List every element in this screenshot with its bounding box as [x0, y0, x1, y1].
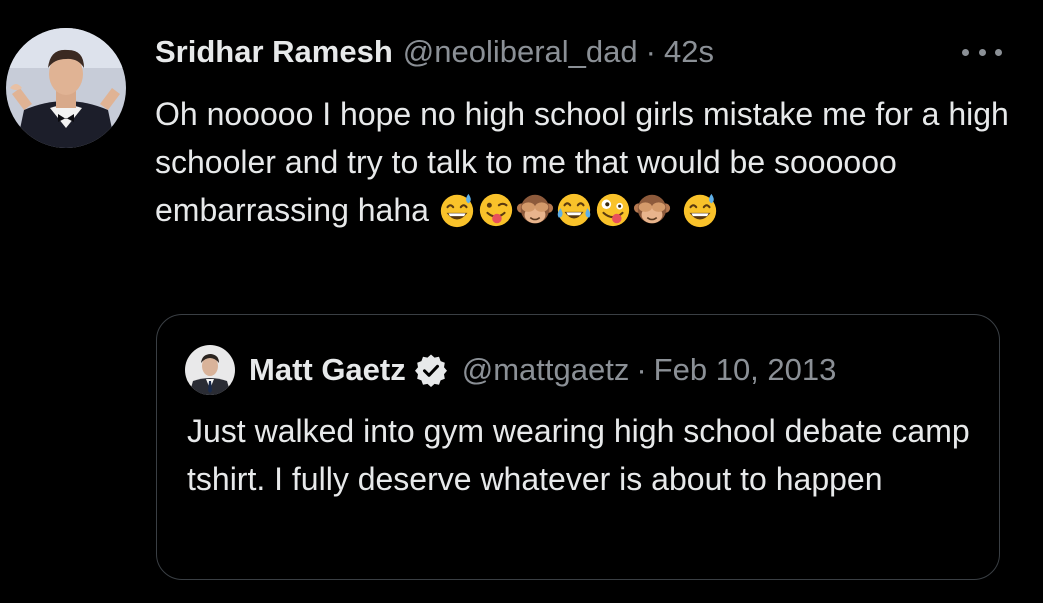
display-name[interactable]: Sridhar Ramesh: [155, 34, 393, 70]
timestamp[interactable]: 42s: [664, 34, 714, 70]
quoted-tweet[interactable]: Matt Gaetz @mattgaetz · Feb 10, 2013 Jus…: [156, 314, 1000, 580]
username-handle[interactable]: @neoliberal_dad: [403, 34, 638, 70]
tweet[interactable]: Sridhar Ramesh @neoliberal_dad · 42s Oh …: [0, 0, 1043, 603]
quoted-tweet-text: Just walked into gym wearing high school…: [187, 413, 970, 497]
separator-dot: ·: [645, 34, 656, 69]
more-horizontal-icon[interactable]: [962, 42, 1002, 62]
grinning-sweat-emoji: [438, 191, 476, 242]
quoted-display-name[interactable]: Matt Gaetz: [249, 352, 406, 388]
see-no-evil-monkey-emoji: [516, 191, 554, 242]
quoted-separator-dot: ·: [636, 352, 647, 387]
quoted-tweet-header: Matt Gaetz @mattgaetz · Feb 10, 2013: [249, 347, 836, 393]
see-no-evil-monkey-emoji: [633, 191, 671, 242]
avatar[interactable]: [6, 28, 126, 148]
winking-tongue-emoji: [477, 191, 515, 242]
verified-badge-icon: [414, 353, 448, 387]
quoted-date[interactable]: Feb 10, 2013: [654, 352, 837, 388]
zany-face-emoji: [594, 191, 632, 242]
quoted-username-handle[interactable]: @mattgaetz: [462, 352, 630, 388]
tweet-text: Oh nooooo I hope no high school girls mi…: [155, 90, 1015, 242]
tears-of-joy-emoji: [555, 191, 593, 242]
grinning-sweat-emoji: [681, 191, 719, 242]
tweet-header: Sridhar Ramesh @neoliberal_dad · 42s: [155, 30, 714, 74]
quoted-avatar[interactable]: [185, 345, 235, 395]
